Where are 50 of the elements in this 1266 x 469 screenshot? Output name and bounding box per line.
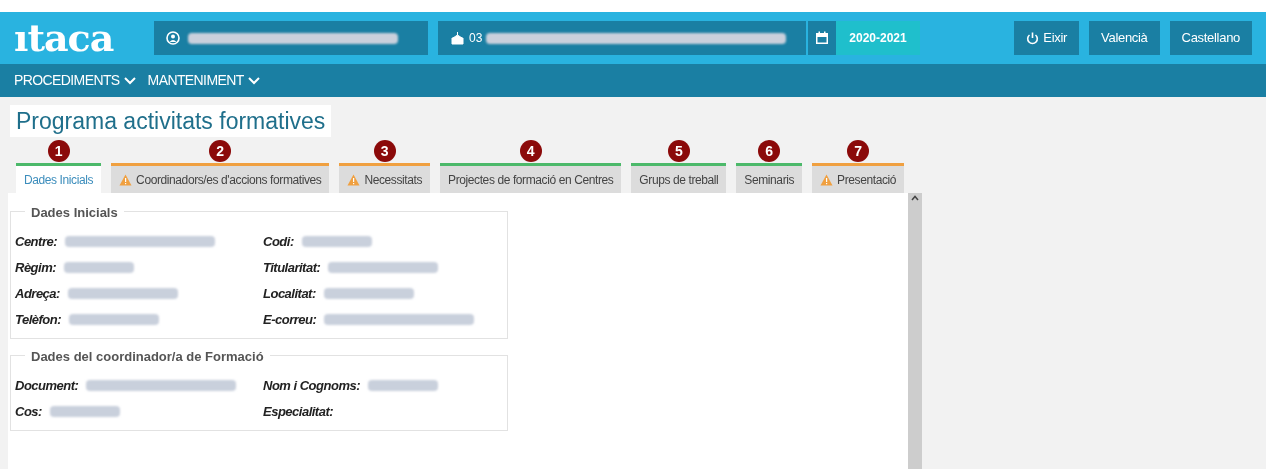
step-number-badge: 3 [373, 140, 396, 162]
field-label: Especialitat: [263, 403, 334, 421]
warning-icon [119, 173, 133, 186]
school-year: 2020-2021 [836, 21, 920, 55]
school-code: 03 [469, 30, 483, 47]
field-label: Codi: [263, 233, 294, 251]
chevron-up-icon [911, 195, 919, 201]
redacted-value [64, 262, 135, 273]
redacted-value [368, 380, 438, 391]
chevron-down-icon [247, 76, 260, 85]
page-title: Programa activitats formatives [10, 105, 332, 137]
warning-icon [347, 173, 361, 186]
tab[interactable]: Grups de treball [631, 163, 727, 193]
calendar-icon [815, 31, 829, 45]
step-number-badge: 7 [847, 140, 870, 162]
step-number-badge: 5 [667, 140, 690, 162]
logo: ıtaca [14, 19, 115, 57]
language-button[interactable]: Castellano [1169, 21, 1252, 55]
warning-icon [820, 173, 834, 186]
tab[interactable]: Necessitats [339, 163, 431, 193]
tab[interactable]: Coordinadors/es d'accions formatives [111, 163, 330, 193]
field-label: E-correu: [263, 311, 317, 329]
step-number-badge: 4 [519, 140, 542, 162]
field-label: Nom i Cognoms: [263, 377, 360, 395]
logout-button[interactable]: Eixir [1014, 21, 1080, 55]
menu-item[interactable]: MANTENIMENT [147, 70, 260, 91]
field-label: Centre: [15, 233, 57, 251]
field-label: Document: [15, 377, 79, 395]
field-label: Adreça: [15, 285, 60, 303]
tab[interactable]: Presentació [812, 163, 905, 193]
step-number-badge: 1 [47, 140, 70, 162]
tab[interactable]: Projectes de formació en Centres [440, 163, 622, 193]
user-icon [166, 31, 180, 45]
redacted-value [301, 236, 372, 247]
building-icon [450, 31, 465, 45]
field-label: Titularitat: [263, 259, 321, 277]
field-label: Cos: [15, 403, 42, 421]
step-number-badge: 6 [758, 140, 781, 162]
step-number-badge: 2 [209, 140, 232, 162]
language-button[interactable]: Valencià [1089, 21, 1160, 55]
field-label: Localitat: [263, 285, 316, 303]
field-label: Telèfon: [15, 311, 62, 329]
power-icon [1026, 31, 1040, 45]
tab[interactable]: Seminaris [736, 163, 803, 193]
tab[interactable]: Dades Inicials [16, 163, 102, 193]
field-label: Règim: [15, 259, 57, 277]
scrollbar[interactable] [908, 193, 922, 469]
menu-item[interactable]: PROCEDIMENTS [14, 70, 136, 91]
chevron-down-icon [123, 76, 136, 85]
redacted-value [49, 406, 120, 417]
